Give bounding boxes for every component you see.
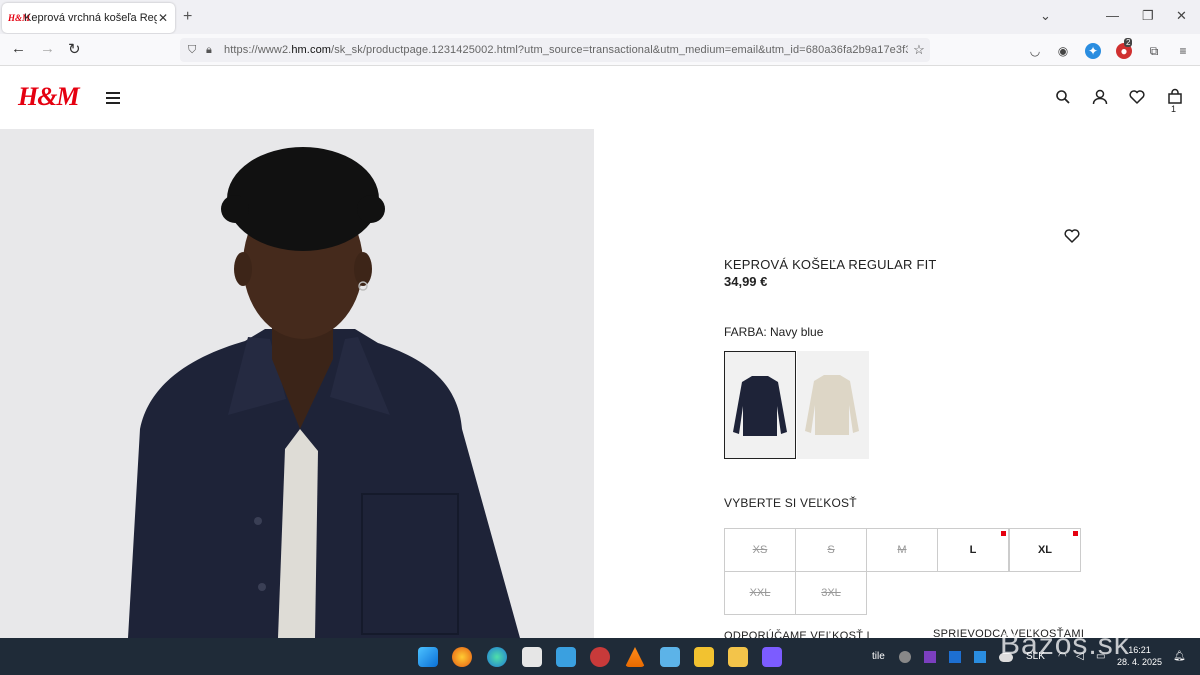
low-stock-marker xyxy=(1073,531,1078,536)
security-icon[interactable] xyxy=(974,651,986,663)
browser-tab-active[interactable]: H&M Keprová vrchná košeľa Regular ✕ xyxy=(2,3,175,33)
reload-icon[interactable]: ↻ xyxy=(68,40,81,58)
firefox-icon[interactable] xyxy=(452,647,472,667)
size-label: L xyxy=(969,544,977,556)
size-option-l[interactable]: L xyxy=(937,528,1009,572)
pocket-icon[interactable]: ◡ xyxy=(1027,43,1043,59)
watermark: Bazos.sk xyxy=(1000,628,1130,661)
windows-start-icon[interactable] xyxy=(418,647,438,667)
tray-app-icon[interactable] xyxy=(899,651,911,663)
file-explorer-icon[interactable] xyxy=(728,647,748,667)
product-main-image[interactable] xyxy=(0,129,594,638)
hm-logo[interactable]: H&M xyxy=(18,82,80,112)
color-swatch-navy-blue[interactable] xyxy=(724,351,796,459)
color-swatch-light-beige[interactable] xyxy=(797,351,869,459)
onenote-icon[interactable] xyxy=(924,651,936,663)
search-icon[interactable] xyxy=(1054,88,1072,106)
url-text[interactable]: https://www2.hm.com/sk_sk/productpage.12… xyxy=(224,44,908,56)
app-pencil-icon[interactable] xyxy=(694,647,714,667)
tab-list-chevron-icon[interactable]: ⌄ xyxy=(1040,8,1051,24)
size-label: XL xyxy=(1037,544,1053,556)
lock-icon[interactable]: 🔒︎ xyxy=(206,44,224,57)
size-option-3xl[interactable]: 3XL xyxy=(795,571,867,615)
back-icon[interactable]: ← xyxy=(11,40,26,57)
url-domain: hm.com xyxy=(291,44,332,56)
app-pen-icon[interactable] xyxy=(660,647,680,667)
site-header: H&M 1 xyxy=(0,66,1200,128)
tray-blue-icon[interactable] xyxy=(949,651,961,663)
size-option-xl[interactable]: XL xyxy=(1009,528,1081,572)
cart-count: 1 xyxy=(1171,104,1177,114)
close-tab-icon[interactable]: ✕ xyxy=(157,11,169,25)
bookmark-star-icon[interactable]: ☆ xyxy=(908,42,930,58)
app-purple-icon[interactable] xyxy=(762,647,782,667)
size-section-title: VYBERTE SI VEĽKOSŤ xyxy=(724,496,857,510)
size-label: M xyxy=(897,544,907,556)
app-red-icon[interactable] xyxy=(590,647,610,667)
notifications-bell-icon[interactable]: 🔔︎ xyxy=(1173,651,1186,662)
hamburger-menu-icon[interactable] xyxy=(106,92,120,107)
close-window-icon[interactable]: ✕ xyxy=(1176,8,1187,24)
browser-nav-bar: ← → ↻ ⛉ 🔒︎ https://www2.hm.com/sk_sk/pro… xyxy=(0,34,1200,66)
size-option-xs[interactable]: XS xyxy=(724,528,796,572)
store-icon[interactable] xyxy=(522,647,542,667)
shield-icon[interactable]: ⛉ xyxy=(188,44,206,57)
extension-blue-icon[interactable]: ✦ xyxy=(1085,43,1101,59)
size-label: S xyxy=(827,544,835,556)
account-icon[interactable]: ◉ xyxy=(1055,43,1071,59)
favorites-heart-icon[interactable] xyxy=(1128,88,1146,106)
hm-favicon-icon: H&M xyxy=(8,13,31,23)
edge-icon[interactable] xyxy=(487,647,507,667)
restore-window-icon[interactable]: ❐ xyxy=(1142,8,1154,24)
size-label: XS xyxy=(752,544,768,556)
menu-icon[interactable]: ≡ xyxy=(1175,43,1191,59)
size-option-m[interactable]: M xyxy=(866,528,938,572)
minimize-window-icon[interactable]: — xyxy=(1106,8,1119,23)
size-option-s[interactable]: S xyxy=(795,528,867,572)
address-bar[interactable]: ⛉ 🔒︎ https://www2.hm.com/sk_sk/productpa… xyxy=(180,38,930,62)
size-option-xxl[interactable]: XXL xyxy=(724,571,796,615)
vlc-icon[interactable] xyxy=(625,647,645,667)
url-path: /sk_sk/productpage.1231425002.html?utm_s… xyxy=(331,44,908,56)
tab-title: Keprová vrchná košeľa Regular xyxy=(24,12,157,24)
new-tab-icon[interactable]: + xyxy=(183,8,192,26)
url-prefix: https://www2. xyxy=(224,44,292,56)
app-blue-icon[interactable] xyxy=(556,647,576,667)
browser-tab-bar: H&M Keprová vrchná košeľa Regular ✕ + ⌄ … xyxy=(0,0,1200,34)
forward-icon[interactable]: → xyxy=(40,40,55,57)
weather-widget[interactable]: tile xyxy=(872,651,885,662)
size-label: XXL xyxy=(749,587,771,599)
product-price: 34,99 € xyxy=(724,274,768,289)
product-title: KEPROVÁ KOŠEĽA REGULAR FIT xyxy=(724,257,937,272)
extension-badge: 2 xyxy=(1124,38,1133,47)
color-label: FARBA: Navy blue xyxy=(724,325,824,339)
add-to-favorites-heart-icon[interactable] xyxy=(1063,227,1081,245)
low-stock-marker xyxy=(1001,531,1006,536)
account-user-icon[interactable] xyxy=(1091,88,1109,106)
size-label: 3XL xyxy=(821,587,841,599)
extensions-puzzle-icon[interactable]: ⧉ xyxy=(1146,43,1162,59)
